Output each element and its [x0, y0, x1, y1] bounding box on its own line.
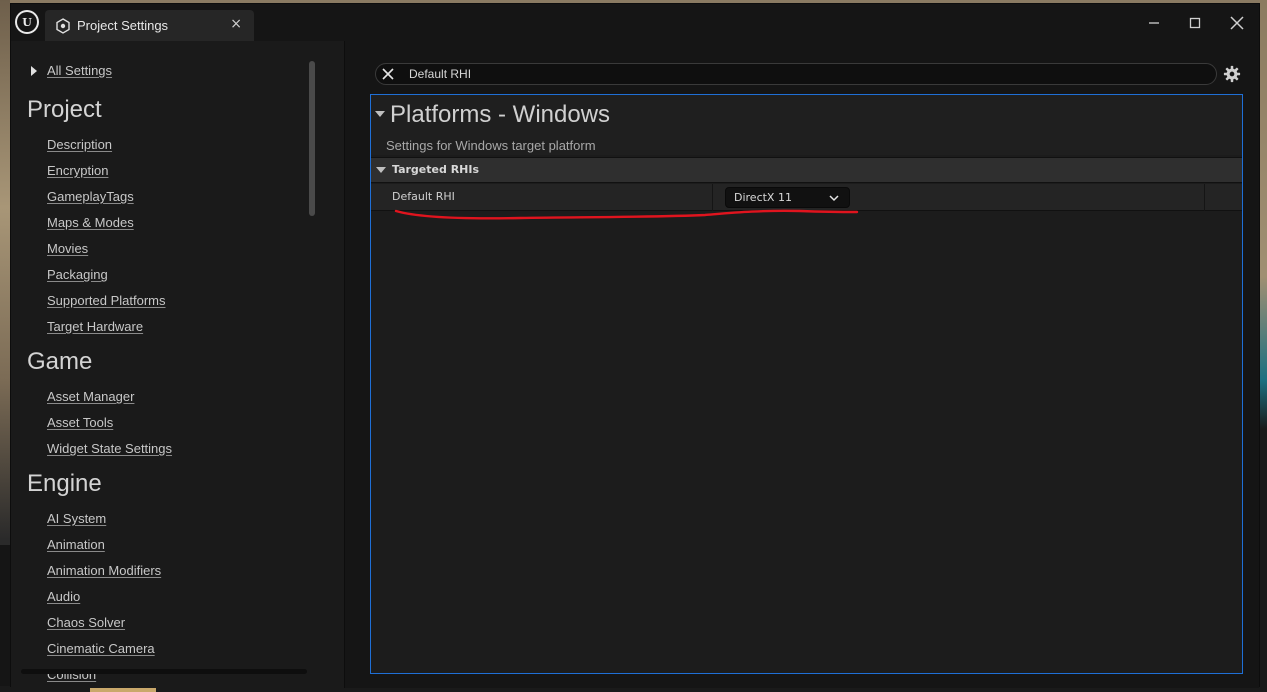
- search-input[interactable]: Default RHI: [375, 63, 1217, 85]
- settings-sidebar: All Settings Project Description Encrypt…: [11, 41, 344, 688]
- category-description: Settings for Windows target platform: [386, 138, 596, 153]
- category-header[interactable]: Platforms - Windows Settings for Windows…: [371, 95, 1242, 155]
- column-splitter-right: [1204, 184, 1205, 211]
- project-nav-list: Description Encryption GameplayTags Maps…: [47, 131, 166, 339]
- close-icon: [1230, 16, 1244, 30]
- settings-main-panel: Default RHI Platforms - Windows Settings…: [345, 41, 1259, 688]
- subcategory-title: Targeted RHIs: [392, 163, 480, 176]
- sidebar-item-gameplaytags[interactable]: GameplayTags: [47, 183, 166, 209]
- property-name: Default RHI: [392, 190, 455, 203]
- background-editor-tab: [90, 688, 156, 692]
- sidebar-item-movies[interactable]: Movies: [47, 235, 166, 261]
- sidebar-item-asset-tools[interactable]: Asset Tools: [47, 409, 172, 435]
- close-window-button[interactable]: [1222, 12, 1252, 34]
- sidebar-item-description[interactable]: Description: [47, 131, 166, 157]
- engine-nav-list: AI System Animation Animation Modifiers …: [47, 505, 161, 687]
- sidebar-item-asset-manager[interactable]: Asset Manager: [47, 383, 172, 409]
- collapse-arrow-icon[interactable]: [376, 167, 386, 173]
- tab-close-button[interactable]: ×: [230, 16, 242, 32]
- details-panel: Platforms - Windows Settings for Windows…: [370, 94, 1243, 674]
- minimize-button[interactable]: [1139, 12, 1169, 34]
- sidebar-item-target-hardware[interactable]: Target Hardware: [47, 313, 166, 339]
- subcategory-header[interactable]: Targeted RHIs: [371, 157, 1242, 183]
- project-settings-window: U Project Settings × All Settings Projec…: [10, 3, 1260, 688]
- sidebar-item-collision[interactable]: Collision: [47, 661, 161, 687]
- default-rhi-dropdown[interactable]: DirectX 11: [725, 187, 850, 208]
- sidebar-item-cinematic-camera[interactable]: Cinematic Camera: [47, 635, 161, 661]
- sidebar-item-animation[interactable]: Animation: [47, 531, 161, 557]
- sidebar-horizontal-scrollbar[interactable]: [21, 669, 307, 674]
- sidebar-item-widget-state-settings[interactable]: Widget State Settings: [47, 435, 172, 461]
- tab-project-settings[interactable]: Project Settings ×: [45, 10, 254, 41]
- title-bar[interactable]: U Project Settings ×: [11, 4, 1259, 41]
- sidebar-item-chaos-solver[interactable]: Chaos Solver: [47, 609, 161, 635]
- desktop-background-right: [1259, 0, 1267, 692]
- property-row-default-rhi: Default RHI DirectX 11: [371, 184, 1242, 211]
- search-value: Default RHI: [409, 67, 472, 81]
- unreal-logo-icon: U: [15, 10, 39, 34]
- collapse-arrow-icon[interactable]: [375, 111, 385, 117]
- sidebar-vertical-scrollbar[interactable]: [309, 61, 315, 216]
- sidebar-item-ai-system[interactable]: AI System: [47, 505, 161, 531]
- clear-search-icon[interactable]: [380, 66, 396, 82]
- background-editor-panel: [0, 545, 10, 692]
- sidebar-item-maps-modes[interactable]: Maps & Modes: [47, 209, 166, 235]
- sidebar-item-animation-modifiers[interactable]: Animation Modifiers: [47, 557, 161, 583]
- all-settings-label: All Settings: [47, 63, 113, 78]
- column-splitter[interactable]: [712, 184, 713, 211]
- section-title-engine: Engine: [27, 470, 102, 497]
- all-settings-link[interactable]: All Settings: [31, 63, 112, 78]
- gear-icon[interactable]: [1223, 65, 1241, 83]
- section-title-game: Game: [27, 348, 93, 375]
- chevron-down-icon: [829, 195, 839, 202]
- game-nav-list: Asset Manager Asset Tools Widget State S…: [47, 383, 172, 461]
- maximize-button[interactable]: [1180, 12, 1210, 34]
- category-title: Platforms - Windows: [390, 101, 611, 128]
- maximize-icon: [1189, 17, 1201, 29]
- sidebar-item-packaging[interactable]: Packaging: [47, 261, 166, 287]
- sidebar-item-supported-platforms[interactable]: Supported Platforms: [47, 287, 166, 313]
- dropdown-selected-value: DirectX 11: [734, 191, 792, 204]
- sidebar-item-encryption[interactable]: Encryption: [47, 157, 166, 183]
- minimize-icon: [1149, 22, 1159, 24]
- expand-arrow-icon: [31, 65, 37, 76]
- sidebar-item-audio[interactable]: Audio: [47, 583, 161, 609]
- settings-cube-icon: [56, 18, 70, 34]
- section-title-project: Project: [27, 96, 102, 123]
- tab-title: Project Settings: [77, 18, 169, 33]
